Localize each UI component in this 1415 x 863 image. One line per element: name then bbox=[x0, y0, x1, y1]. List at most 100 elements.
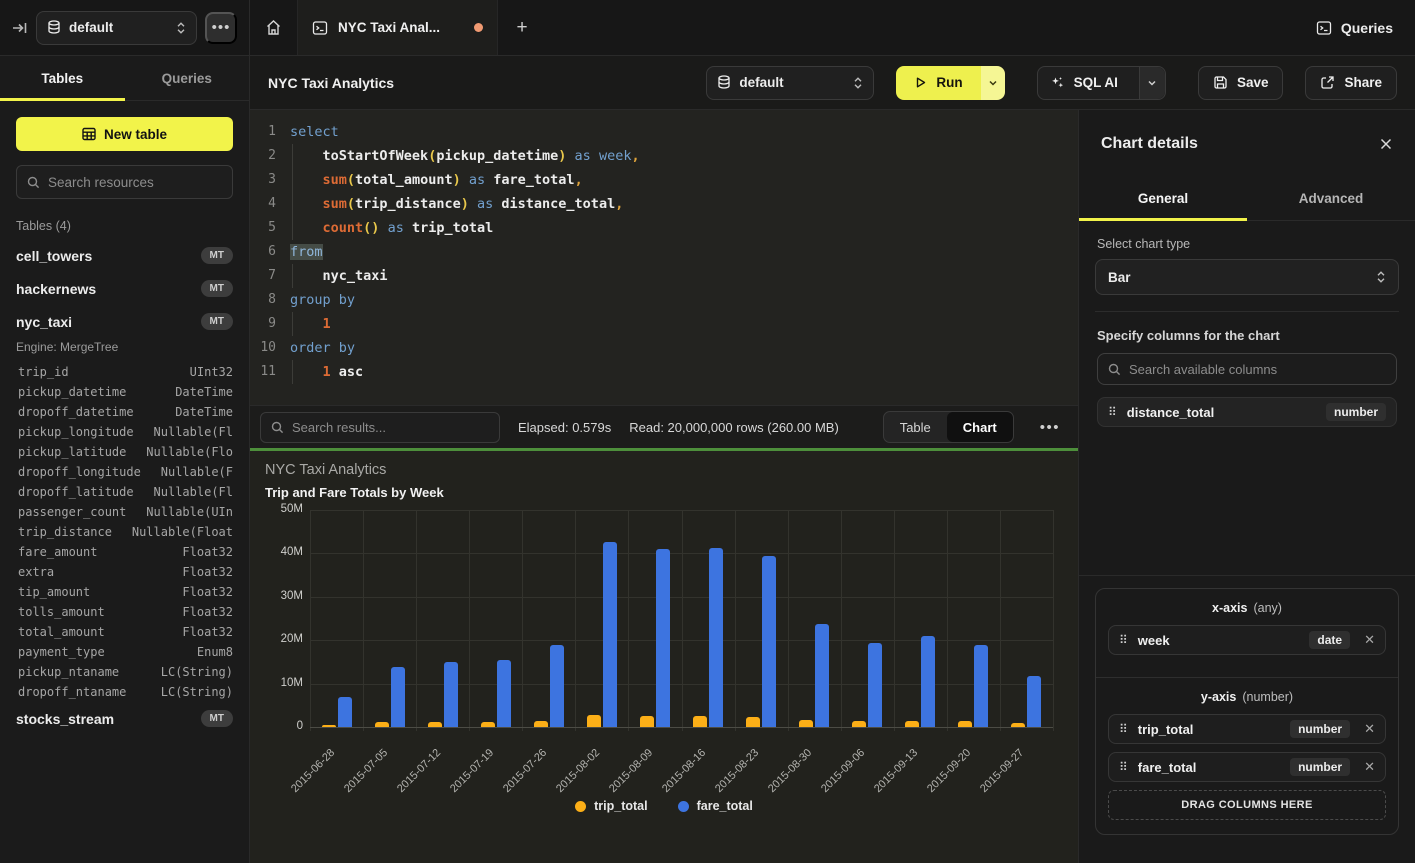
bar-fare_total[interactable] bbox=[338, 697, 352, 727]
chart-plot-area[interactable]: 010M20M30M40M50M bbox=[310, 510, 1053, 727]
bar-fare_total[interactable] bbox=[444, 662, 458, 727]
bar-trip_total[interactable] bbox=[905, 721, 919, 727]
column-row[interactable]: pickup_ntanameLC(String) bbox=[16, 662, 233, 682]
resource-search-input[interactable] bbox=[48, 175, 225, 190]
column-row[interactable]: pickup_datetimeDateTime bbox=[16, 382, 233, 402]
table-row[interactable]: stocks_streamMT bbox=[16, 702, 233, 735]
close-icon[interactable] bbox=[1379, 137, 1393, 151]
column-row[interactable]: dropoff_longitudeNullable(F bbox=[16, 462, 233, 482]
bar-trip_total[interactable] bbox=[587, 715, 601, 727]
view-toggle-table[interactable]: Table bbox=[884, 412, 947, 442]
bar-fare_total[interactable] bbox=[391, 667, 405, 727]
bar-fare_total[interactable] bbox=[603, 542, 617, 727]
run-button[interactable]: Run bbox=[896, 66, 980, 100]
bar-fare_total[interactable] bbox=[709, 548, 723, 727]
chart-type-select[interactable]: Bar bbox=[1095, 259, 1399, 295]
bar-trip_total[interactable] bbox=[958, 721, 972, 727]
code-token: as bbox=[388, 220, 404, 236]
bar-fare_total[interactable] bbox=[1027, 676, 1041, 727]
bar-fare_total[interactable] bbox=[868, 643, 882, 727]
x-axis-column-item[interactable]: ⠿weekdate✕ bbox=[1108, 625, 1386, 655]
bar-trip_total[interactable] bbox=[746, 717, 760, 727]
sidebar-more-button[interactable]: ••• bbox=[205, 12, 237, 44]
y-axis-column-item[interactable]: ⠿trip_totalnumber✕ bbox=[1108, 714, 1386, 744]
sidebar-tab-queries[interactable]: Queries bbox=[125, 56, 250, 100]
table-row[interactable]: cell_towersMT bbox=[16, 239, 233, 272]
results-search-input[interactable] bbox=[292, 420, 489, 435]
column-row[interactable]: dropoff_ntanameLC(String) bbox=[16, 682, 233, 702]
bar-fare_total[interactable] bbox=[921, 636, 935, 727]
code-token: order by bbox=[290, 340, 355, 356]
home-button[interactable] bbox=[250, 0, 298, 55]
sql-ai-options-button[interactable] bbox=[1139, 67, 1165, 99]
view-toggle-chart[interactable]: Chart bbox=[947, 412, 1013, 442]
column-row[interactable]: trip_distanceNullable(Float bbox=[16, 522, 233, 542]
bar-trip_total[interactable] bbox=[428, 722, 442, 727]
bar-fare_total[interactable] bbox=[974, 645, 988, 727]
bar-trip_total[interactable] bbox=[799, 720, 813, 727]
column-type: Nullable(Fl bbox=[154, 422, 233, 442]
bar-trip_total[interactable] bbox=[534, 721, 548, 727]
collapse-sidebar-icon[interactable] bbox=[12, 20, 28, 36]
column-row[interactable]: passenger_countNullable(UIn bbox=[16, 502, 233, 522]
available-column-item[interactable]: ⠿distance_totalnumber bbox=[1097, 397, 1397, 427]
column-type: Nullable(UIn bbox=[146, 502, 233, 522]
line-number: 11 bbox=[250, 360, 290, 384]
bar-fare_total[interactable] bbox=[762, 556, 776, 727]
run-options-button[interactable] bbox=[981, 66, 1005, 100]
column-row[interactable]: tolls_amountFloat32 bbox=[16, 602, 233, 622]
bar-trip_total[interactable] bbox=[1011, 723, 1025, 727]
legend-item-trip_total[interactable]: trip_total bbox=[575, 799, 647, 813]
bar-fare_total[interactable] bbox=[497, 660, 511, 727]
column-row[interactable]: pickup_longitudeNullable(Fl bbox=[16, 422, 233, 442]
remove-icon[interactable]: ✕ bbox=[1364, 632, 1375, 648]
queries-link[interactable]: Queries bbox=[1316, 20, 1393, 36]
share-button[interactable]: Share bbox=[1305, 66, 1397, 100]
bar-trip_total[interactable] bbox=[375, 722, 389, 727]
column-row[interactable]: extraFloat32 bbox=[16, 562, 233, 582]
drag-handle-icon[interactable]: ⠿ bbox=[1119, 722, 1128, 736]
column-row[interactable]: pickup_latitudeNullable(Flo bbox=[16, 442, 233, 462]
columns-search-input[interactable] bbox=[1129, 362, 1386, 377]
bar-fare_total[interactable] bbox=[656, 549, 670, 727]
column-row[interactable]: dropoff_latitudeNullable(Fl bbox=[16, 482, 233, 502]
column-row[interactable]: fare_amountFloat32 bbox=[16, 542, 233, 562]
toolbar-database-selector[interactable]: default bbox=[706, 66, 874, 100]
bar-trip_total[interactable] bbox=[852, 721, 866, 727]
code-token: trip_distance bbox=[355, 196, 461, 212]
save-button[interactable]: Save bbox=[1198, 66, 1284, 100]
column-row[interactable]: dropoff_datetimeDateTime bbox=[16, 402, 233, 422]
database-selector[interactable]: default bbox=[36, 11, 197, 45]
column-row[interactable]: payment_typeEnum8 bbox=[16, 642, 233, 662]
table-row[interactable]: nyc_taxiMT bbox=[16, 305, 233, 338]
remove-icon[interactable]: ✕ bbox=[1364, 721, 1375, 737]
bar-trip_total[interactable] bbox=[322, 725, 336, 727]
table-row[interactable]: hackernewsMT bbox=[16, 272, 233, 305]
drag-handle-icon[interactable]: ⠿ bbox=[1119, 760, 1128, 774]
drag-handle-icon[interactable]: ⠿ bbox=[1108, 405, 1117, 419]
remove-icon[interactable]: ✕ bbox=[1364, 759, 1375, 775]
column-row[interactable]: trip_idUInt32 bbox=[16, 362, 233, 382]
drag-columns-dropzone[interactable]: DRAG COLUMNS HERE bbox=[1108, 790, 1386, 820]
new-tab-button[interactable]: + bbox=[498, 0, 546, 55]
bar-trip_total[interactable] bbox=[640, 716, 654, 727]
column-row[interactable]: total_amountFloat32 bbox=[16, 622, 233, 642]
legend-item-fare_total[interactable]: fare_total bbox=[678, 799, 753, 813]
tab-general[interactable]: General bbox=[1079, 177, 1247, 220]
bar-trip_total[interactable] bbox=[481, 722, 495, 727]
column-row[interactable]: tip_amountFloat32 bbox=[16, 582, 233, 602]
results-more-button[interactable]: ••• bbox=[1032, 419, 1068, 436]
new-table-button[interactable]: New table bbox=[16, 117, 233, 151]
tab-advanced[interactable]: Advanced bbox=[1247, 177, 1415, 220]
bar-fare_total[interactable] bbox=[550, 645, 564, 728]
sidebar-tab-tables[interactable]: Tables bbox=[0, 56, 125, 100]
code-line: toStartOfWeek(pickup_datetime) as week, bbox=[290, 144, 640, 168]
bar-fare_total[interactable] bbox=[815, 624, 829, 727]
bar-trip_total[interactable] bbox=[693, 716, 707, 727]
sql-editor[interactable]: 1select2 toStartOfWeek(pickup_datetime) … bbox=[250, 110, 1078, 405]
sql-ai-button[interactable]: SQL AI bbox=[1038, 75, 1130, 90]
line-number: 6 bbox=[250, 240, 290, 264]
query-tab[interactable]: NYC Taxi Anal... bbox=[298, 0, 498, 55]
y-axis-column-item[interactable]: ⠿fare_totalnumber✕ bbox=[1108, 752, 1386, 782]
drag-handle-icon[interactable]: ⠿ bbox=[1119, 633, 1128, 647]
